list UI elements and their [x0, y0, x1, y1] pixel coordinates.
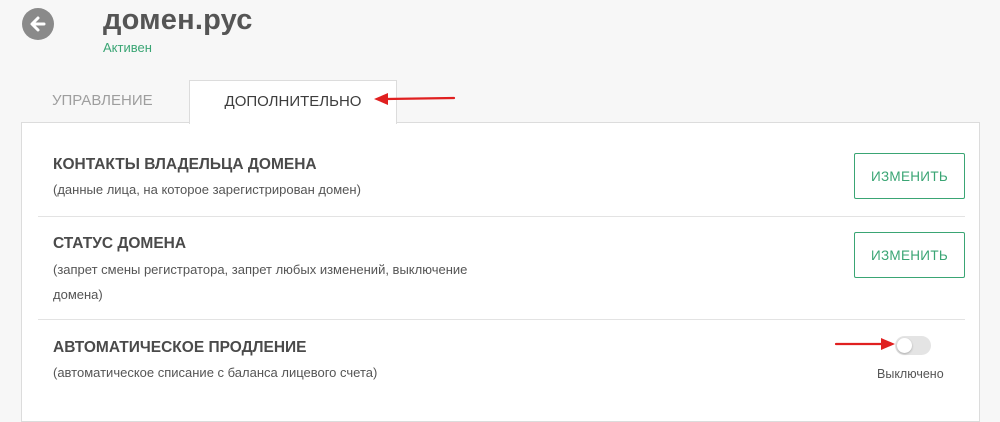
owner-contacts-change-button[interactable]: ИЗМЕНИТЬ	[854, 153, 965, 199]
settings-panel: КОНТАКТЫ ВЛАДЕЛЬЦА ДОМЕНА (данные лица, …	[21, 122, 980, 422]
domain-status-section: СТАТУС ДОМЕНА (запрет смены регистратора…	[38, 217, 965, 319]
auto-renewal-section: АВТОМАТИЧЕСКОЕ ПРОДЛЕНИЕ (автоматическое…	[38, 320, 965, 420]
annotation-arrow-icon	[834, 338, 895, 350]
auto-renewal-toggle-label: Выключено	[877, 367, 944, 381]
domain-status-description-line-2: домена)	[53, 287, 103, 302]
domain-status: Активен	[103, 40, 152, 55]
auto-renewal-toggle[interactable]	[895, 336, 931, 355]
tab-additional[interactable]: ДОПОЛНИТЕЛЬНО	[189, 80, 397, 124]
owner-contacts-title: КОНТАКТЫ ВЛАДЕЛЬЦА ДОМЕНА	[53, 156, 317, 173]
domain-title: домен.рус	[103, 4, 253, 36]
auto-renewal-description: (автоматическое списание с баланса лицев…	[53, 365, 378, 380]
toggle-knob	[897, 338, 912, 353]
back-button[interactable]	[22, 8, 54, 40]
annotation-arrow-icon	[374, 93, 456, 105]
tab-management[interactable]: УПРАВЛЕНИЕ	[52, 80, 153, 122]
domain-status-description-line-1: (запрет смены регистратора, запрет любых…	[53, 262, 468, 277]
owner-contacts-description: (данные лица, на которое зарегистрирован…	[53, 182, 361, 197]
domain-status-title: СТАТУС ДОМЕНА	[53, 235, 187, 252]
arrow-left-icon	[30, 16, 46, 32]
owner-contacts-section: КОНТАКТЫ ВЛАДЕЛЬЦА ДОМЕНА (данные лица, …	[38, 123, 965, 216]
auto-renewal-title: АВТОМАТИЧЕСКОЕ ПРОДЛЕНИЕ	[53, 339, 307, 356]
domain-status-change-button[interactable]: ИЗМЕНИТЬ	[854, 232, 965, 278]
